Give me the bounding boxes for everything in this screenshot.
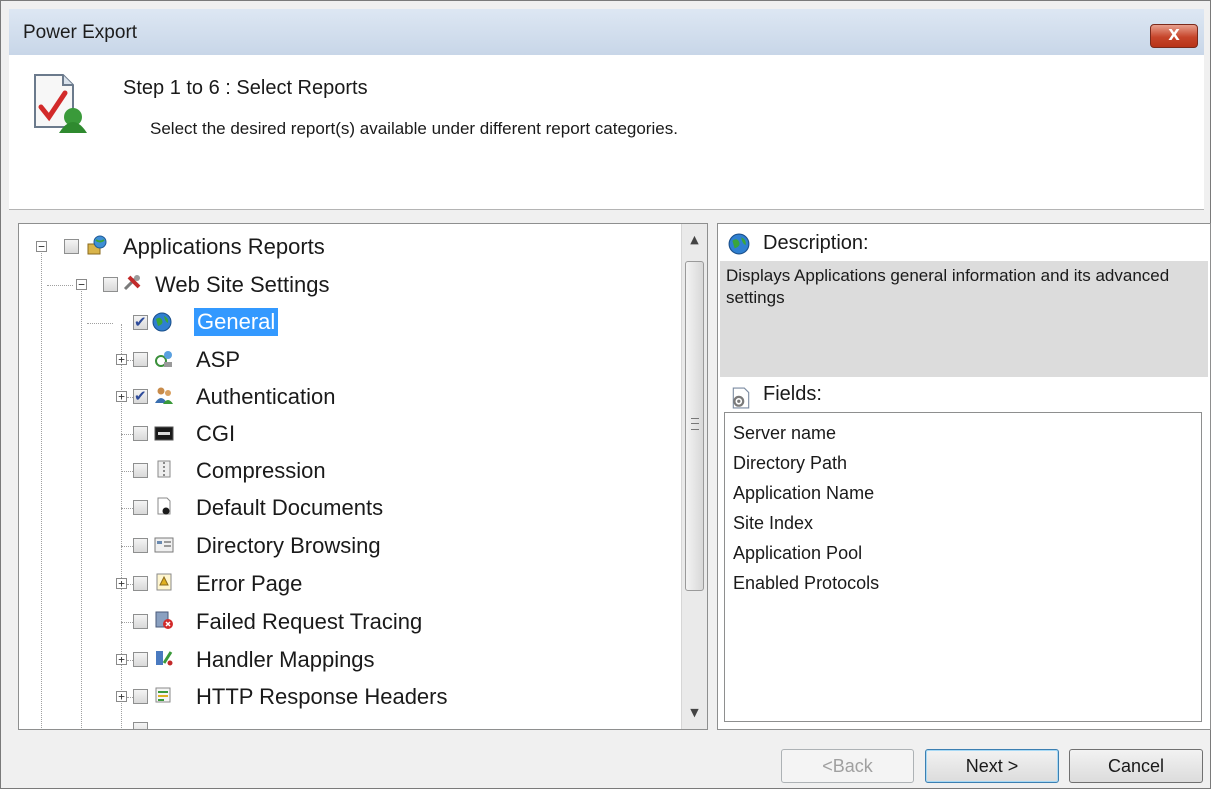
tree-item-cgi[interactable]: CGI [19,415,679,451]
tree-checkbox[interactable] [133,614,148,629]
step-title: Step 1 to 6 : Select Reports [123,77,368,99]
tree-checkbox[interactable] [133,352,148,367]
tree-item-label: HTTP Response Headers [196,684,448,709]
tree-item-asp[interactable]: + ASP [19,341,679,377]
wizard-header: Step 1 to 6 : Select Reports Select the … [9,55,1204,210]
tree-item-label: Handler Mappings [196,647,375,672]
scroll-grip-icon [691,418,699,430]
tree-item-http-response-headers[interactable]: + HTTP Response Headers [19,678,679,714]
tree-item-label: Compression [196,458,326,483]
field-item: Site Index [733,513,814,533]
tree-item-general[interactable]: General [19,304,679,340]
tree-connector [47,285,73,286]
cancel-button[interactable]: Cancel [1069,749,1203,783]
tree-checkbox[interactable] [133,500,148,515]
title-bar: Power Export X [9,9,1204,55]
next-button[interactable]: Next > [925,749,1059,783]
compression-icon [157,460,171,478]
tree-item-label: Applications Reports [123,234,325,259]
fields-heading: Fields: [763,383,822,405]
tree-item-handler-mappings[interactable]: + Handler Mappings [19,641,679,677]
tree-checkbox[interactable] [133,426,148,441]
tree-item-label: Failed Request Tracing [196,609,423,634]
expand-icon[interactable]: + [116,654,127,665]
description-heading: Description: [763,232,869,254]
error-page-icon [156,573,172,591]
users-icon [155,387,173,404]
tree-item-label: Directory Browsing [196,533,381,558]
description-text: Displays Applications general informatio… [720,261,1208,377]
tree-connector [87,323,113,324]
field-item: Server name [733,423,837,443]
tree-connector [121,471,133,472]
expand-icon[interactable]: + [116,578,127,589]
tree-item-label: CGI [196,421,236,446]
window-title: Power Export [23,22,138,43]
expand-icon[interactable]: + [116,354,127,365]
field-item: Enabled Protocols [733,573,880,593]
tree-connector [121,546,133,547]
scroll-up-icon[interactable]: ▲ [682,228,707,252]
power-export-window: Power Export X Step 1 to 6 : Select Repo… [0,0,1211,789]
scroll-down-icon[interactable]: ▼ [682,701,707,725]
tree-checkbox[interactable] [64,239,79,254]
fields-list[interactable]: Server name Directory Path Application N… [724,412,1202,722]
collapse-icon[interactable]: − [76,279,87,290]
tree-checkbox [133,722,148,729]
tree-item-label: General [194,308,279,336]
tree-item-failed-request-tracing[interactable]: Failed Request Tracing [19,603,679,639]
handler-mappings-icon [156,651,173,666]
expand-icon[interactable]: + [116,691,127,702]
report-check-icon [34,74,87,133]
tree-connector [121,622,133,623]
directory-browsing-icon [154,537,174,553]
step-description: Select the desired report(s) available u… [150,119,678,138]
fields-document-icon [732,387,750,409]
report-tree[interactable]: − Applications Reports − Web Site Settin… [18,223,708,730]
globe-icon [152,312,172,332]
tree-item-directory-browsing[interactable]: Directory Browsing [19,527,679,563]
tree-checkbox-checked[interactable] [133,387,148,405]
field-item: Directory Path [733,453,848,473]
tree-checkbox[interactable] [133,463,148,478]
tree-item-compression[interactable]: Compression [19,452,679,488]
tree-item-label: Authentication [196,384,336,409]
asp-icon [155,351,172,367]
tree-item-applications-reports[interactable]: − Applications Reports [19,228,679,264]
tree-checkbox[interactable] [133,652,148,667]
collapse-icon[interactable]: − [36,241,47,252]
tree-item-default-documents[interactable]: Default Documents [19,489,679,525]
tree-item-authentication[interactable]: + Authentication [19,378,679,414]
tree-scrollbar[interactable]: ▲ ▼ [681,224,707,729]
tree-connector [121,434,133,435]
tree-checkbox[interactable] [133,576,148,591]
close-icon: X [1168,26,1180,44]
scroll-thumb[interactable] [685,261,704,591]
expand-icon[interactable]: + [116,391,127,402]
tree-item-label: Error Page [196,571,303,596]
tree-checkbox[interactable] [133,689,148,704]
tree-checkbox-checked[interactable] [133,313,148,331]
field-item: Application Pool [733,543,863,563]
tree-connector [121,508,133,509]
settings-tools-icon [123,275,141,291]
back-button[interactable]: <Back [781,749,914,783]
tree-checkbox[interactable] [133,538,148,553]
field-item: Application Name [733,483,875,503]
tree-item-label: Default Documents [196,495,384,520]
tree-item-partial [19,715,679,729]
globe-folder-icon [87,235,107,255]
tree-item-label: ASP [196,347,241,372]
globe-icon [728,233,750,255]
http-headers-icon [155,687,171,703]
close-button[interactable]: X [1150,24,1198,48]
document-icon [157,497,171,515]
tree-item-web-site-settings[interactable]: − Web Site Settings [19,266,679,302]
cgi-icon [154,426,174,441]
tree-item-label: Web Site Settings [155,272,330,297]
details-panel: Description: Displays Applications gener… [717,223,1211,730]
tree-checkbox[interactable] [103,277,118,292]
tree-item-error-page[interactable]: + Error Page [19,565,679,601]
failed-request-icon [155,611,173,629]
